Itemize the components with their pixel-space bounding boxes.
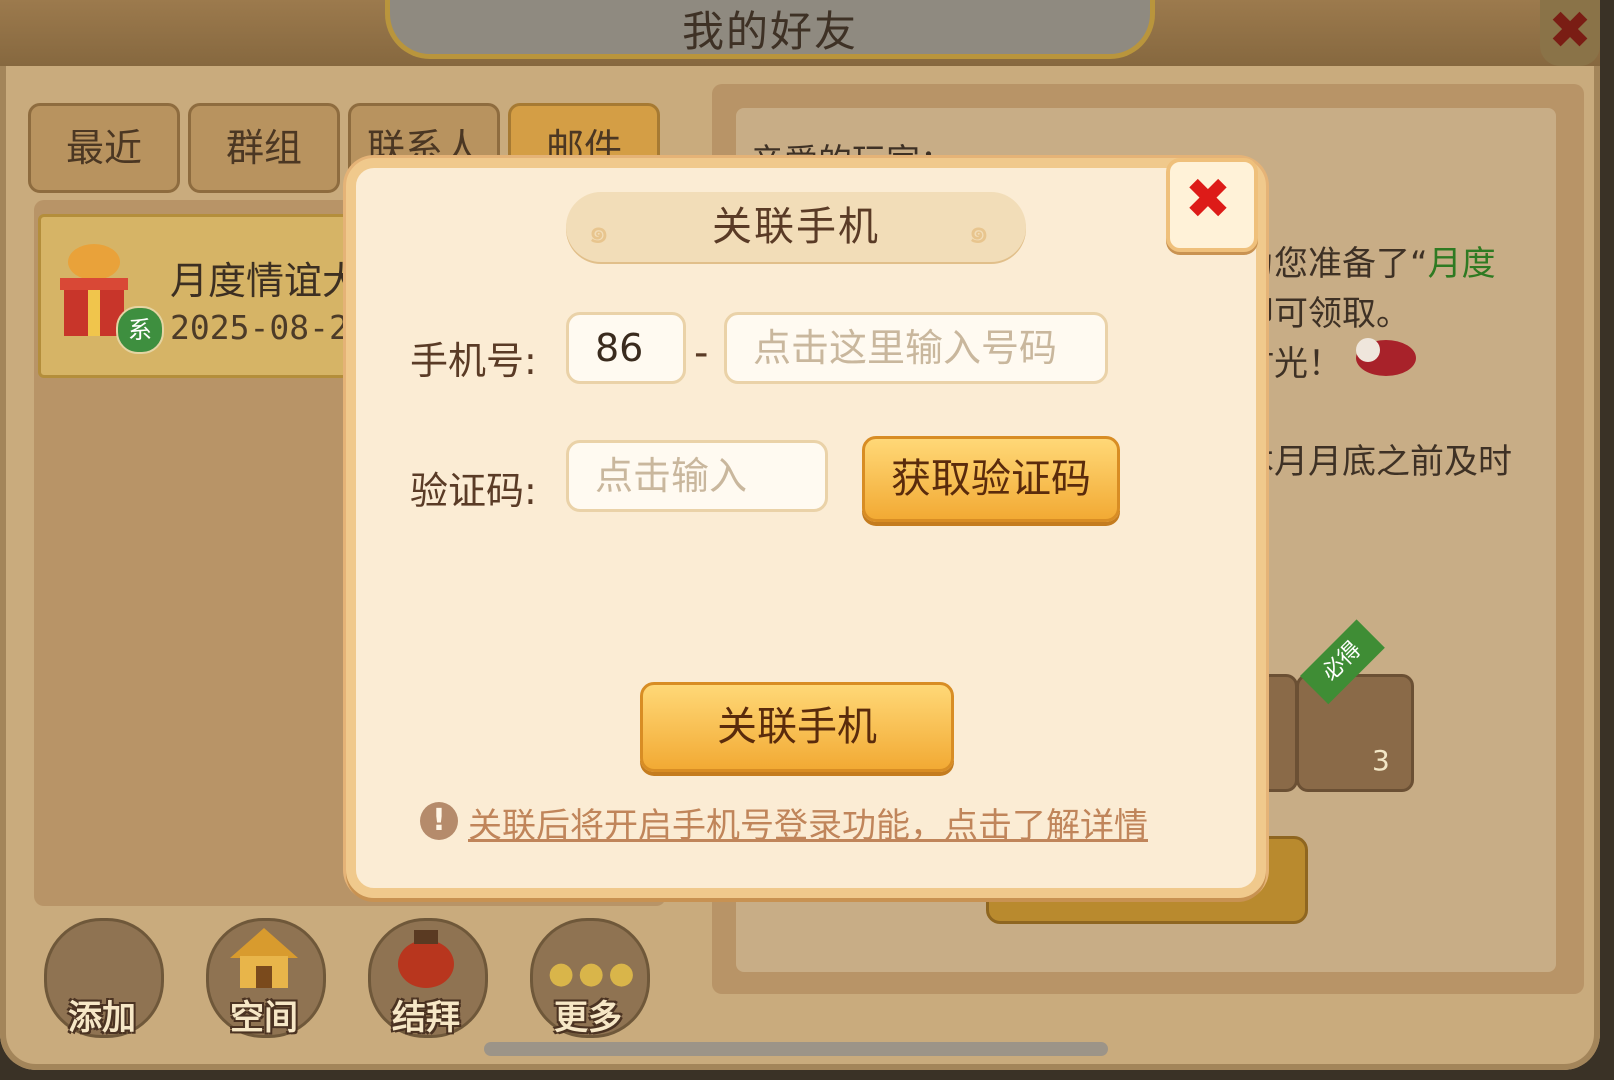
login-notice-link[interactable]: 关联后将开启手机号登录功能，点击了解详情 xyxy=(468,798,1148,847)
home-indicator[interactable] xyxy=(484,1042,1108,1056)
window-title: 我的好友 xyxy=(681,7,858,56)
house-icon xyxy=(230,928,298,988)
link-phone-dialog xyxy=(346,158,1266,898)
verification-code-label: 验证码: xyxy=(410,469,537,513)
more-dots-icon: ●●● xyxy=(548,956,639,991)
phone-number-input[interactable] xyxy=(724,312,1108,384)
country-code-input[interactable] xyxy=(566,312,686,384)
link-phone-button[interactable]: 关联手机 xyxy=(640,682,954,772)
reward-item-2[interactable] xyxy=(1296,674,1414,792)
tab-groups[interactable]: 群组 xyxy=(188,103,340,193)
letter-line-1-prefix: 为您准备了“ xyxy=(1240,244,1428,284)
letter-line-1: 为您准备了“月度 xyxy=(1240,236,1496,285)
get-code-button[interactable]: 获取验证码 xyxy=(862,436,1120,522)
phone-label: 手机号: xyxy=(410,339,537,383)
space-label: 空间 xyxy=(230,998,298,1038)
letter-line-1-highlight: 月度 xyxy=(1427,244,1496,284)
sworn-brother-label: 结拜 xyxy=(392,998,460,1038)
mail-item-title: 月度情谊大 xyxy=(170,259,361,303)
more-label: 更多 xyxy=(554,998,622,1038)
reward-count: 3 xyxy=(1372,744,1390,777)
letter-line-4: 本月月底之前及时 xyxy=(1240,442,1512,482)
pet-sticker-icon xyxy=(1356,338,1416,376)
mail-item-date: 2025-08-2 xyxy=(170,308,349,347)
add-friend-label: 添加 xyxy=(68,998,136,1038)
dialog-title: 关联手机 xyxy=(712,204,880,250)
window-close-icon[interactable]: ✖ xyxy=(1540,0,1600,66)
wine-jar-icon xyxy=(398,930,454,988)
close-icon[interactable]: ✖ xyxy=(1166,158,1250,244)
tab-recent[interactable]: 最近 xyxy=(28,103,180,193)
system-badge: 系 xyxy=(116,306,164,354)
info-icon: ! xyxy=(420,802,458,840)
verification-code-input[interactable] xyxy=(566,440,828,512)
code-separator: - xyxy=(694,330,709,376)
